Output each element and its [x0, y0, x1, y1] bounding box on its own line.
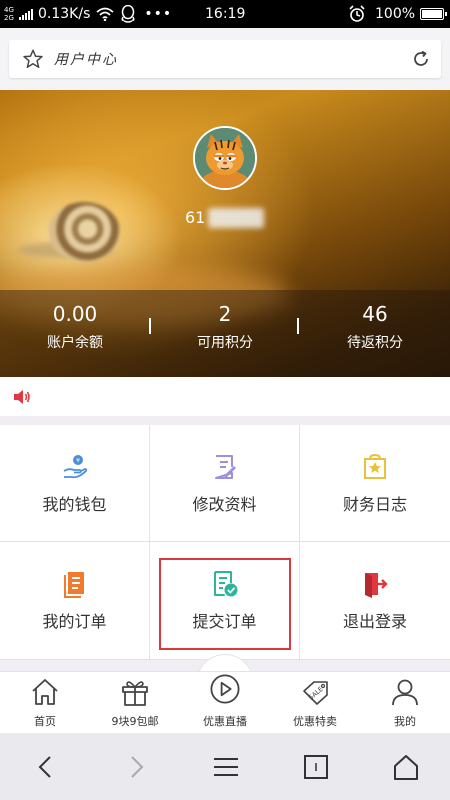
- notice-bar[interactable]: [0, 377, 450, 416]
- username-redaction: [208, 208, 264, 228]
- nav-label: 优惠直播: [203, 715, 247, 728]
- tabs-icon[interactable]: [302, 753, 330, 781]
- battery-icon: [420, 8, 447, 20]
- play-icon: [210, 674, 240, 704]
- menu-icon[interactable]: [212, 753, 240, 781]
- gift-icon: [122, 681, 148, 706]
- stat-label: 可用积分: [197, 335, 253, 351]
- stat-label: 账户余额: [47, 335, 103, 351]
- finance-log-icon: [364, 453, 386, 479]
- user-icon: [392, 679, 418, 706]
- nav-9-9-free-shipping[interactable]: 9块9包邮: [90, 672, 180, 733]
- nav-live-deals[interactable]: 优惠直播: [180, 672, 270, 733]
- menu-label: 提交订单: [192, 612, 257, 631]
- system-nav-bar: [0, 733, 450, 800]
- clock: 16:19: [205, 6, 246, 22]
- menu-grid: ¥ 我的钱包 修改资料 财务日志 我的订单 提交订单 退出登录: [0, 425, 450, 660]
- svg-text:¥: ¥: [76, 458, 80, 465]
- refresh-icon[interactable]: [411, 49, 431, 69]
- speaker-icon: [14, 390, 30, 404]
- menu-label: 财务日志: [342, 495, 407, 514]
- network-speed: 0.13K/s: [38, 6, 91, 22]
- forward-icon[interactable]: [122, 753, 150, 781]
- menu-logout[interactable]: 退出登录: [300, 542, 450, 659]
- wallet-icon: ¥: [63, 455, 87, 479]
- nav-mine[interactable]: 我的: [360, 672, 450, 733]
- stat-available-points[interactable]: 2 可用积分: [150, 290, 300, 377]
- menu-wallet[interactable]: ¥ 我的钱包: [0, 425, 149, 541]
- title-card: 用户中心: [9, 40, 441, 78]
- menu-submit-order[interactable]: 提交订单: [150, 542, 299, 659]
- home-icon: [32, 679, 58, 705]
- nav-label: 优惠特卖: [293, 715, 337, 728]
- wifi-icon: [96, 7, 114, 21]
- header-bar: 用户中心: [0, 28, 450, 90]
- bottom-nav: 首页 9块9包邮 优惠直播 SALE 优惠特卖 我的: [0, 671, 450, 733]
- more-notifications: •••: [144, 6, 173, 22]
- stat-value: 2: [218, 302, 232, 326]
- stat-balance[interactable]: 0.00 账户余额: [0, 290, 150, 377]
- sale-tag-icon: SALE: [303, 681, 328, 705]
- browser-home-icon[interactable]: [392, 753, 420, 781]
- logout-icon: [365, 573, 388, 598]
- stat-label: 待返积分: [347, 335, 403, 351]
- snail-decoration: [48, 202, 120, 262]
- profile-banner: 61 0.00 账户余额 2 可用积分 46 待返积分: [0, 90, 450, 377]
- status-bar: 4G 2G 0.13K/s ••• 16:19 100%: [0, 0, 450, 28]
- username: 61: [185, 208, 206, 227]
- stat-divider: [297, 318, 299, 334]
- signal-icon: [19, 8, 33, 20]
- nav-label: 9块9包邮: [111, 715, 159, 728]
- alarm-icon: [349, 5, 365, 22]
- menu-label: 我的订单: [42, 612, 107, 631]
- stat-value: 0.00: [52, 302, 98, 326]
- stat-divider: [149, 318, 151, 334]
- nav-label: 首页: [34, 715, 56, 728]
- menu-label: 退出登录: [342, 612, 407, 631]
- stat-pending-points[interactable]: 46 待返积分: [300, 290, 450, 377]
- menu-label: 我的钱包: [42, 495, 107, 514]
- page-title: 用户中心: [54, 52, 118, 68]
- nav-special-sale[interactable]: SALE 优惠特卖: [270, 672, 360, 733]
- menu-edit-profile[interactable]: 修改资料: [150, 425, 299, 541]
- account-stats: 0.00 账户余额 2 可用积分 46 待返积分: [0, 290, 450, 377]
- qq-icon: [121, 5, 135, 23]
- nav-label: 我的: [394, 715, 416, 728]
- submit-order-icon: [213, 571, 237, 597]
- menu-my-orders[interactable]: 我的订单: [0, 542, 149, 659]
- menu-finance-log[interactable]: 财务日志: [300, 425, 450, 541]
- cat-avatar-image: [195, 128, 255, 188]
- orders-icon: [63, 572, 84, 598]
- star-icon[interactable]: [22, 48, 44, 70]
- stat-value: 46: [362, 302, 388, 326]
- edit-profile-icon: [214, 455, 236, 479]
- battery-percent: 100%: [375, 6, 416, 22]
- menu-label: 修改资料: [192, 495, 257, 514]
- network-type: 4G 2G: [4, 6, 14, 22]
- back-icon[interactable]: [32, 753, 60, 781]
- nav-home[interactable]: 首页: [0, 672, 90, 733]
- avatar[interactable]: [193, 126, 257, 190]
